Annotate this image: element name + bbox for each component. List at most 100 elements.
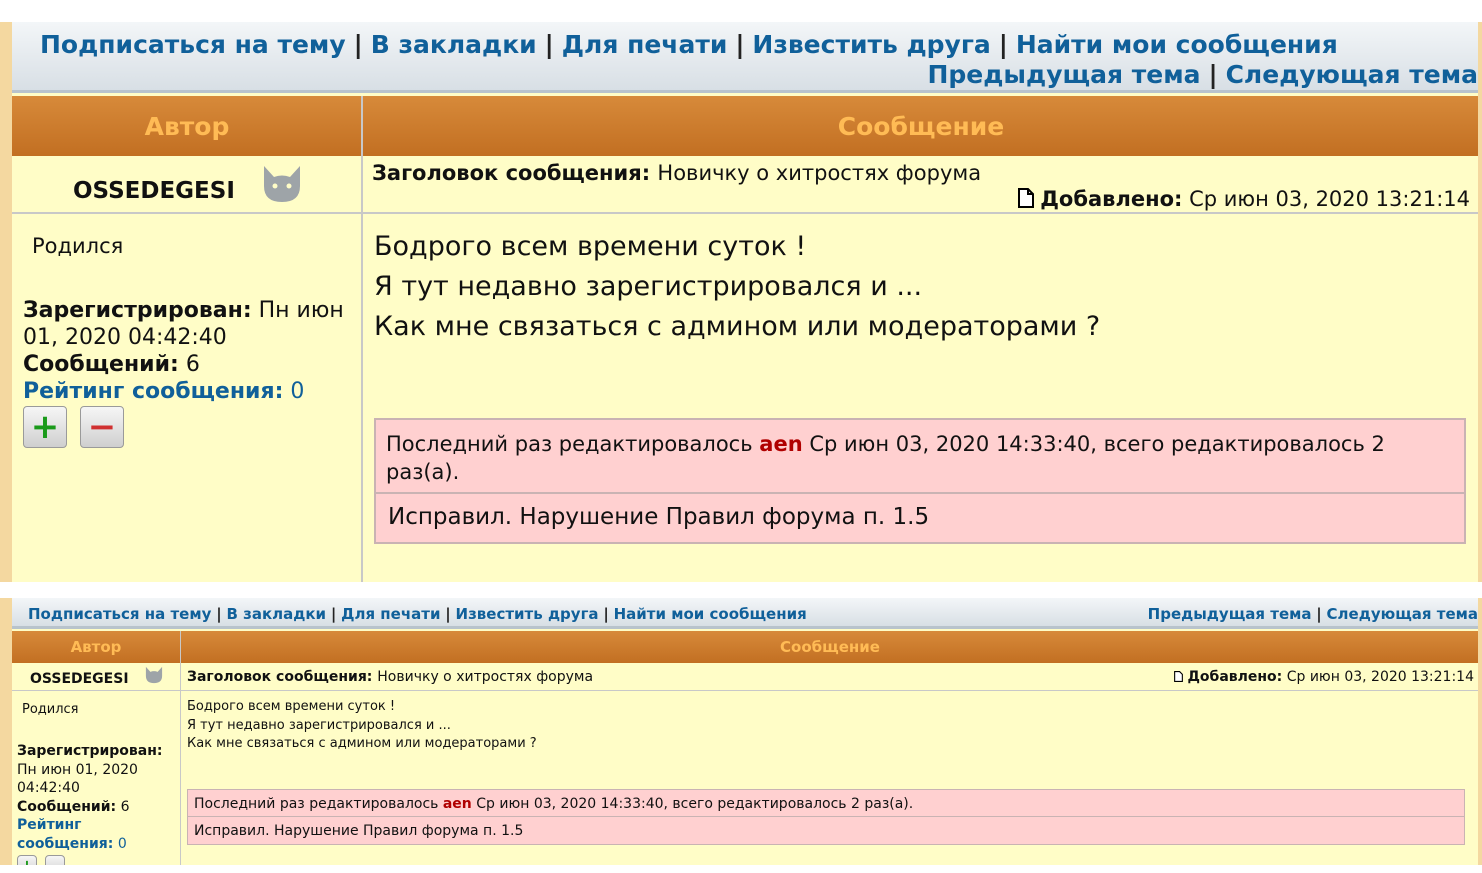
rating-value: 0	[290, 379, 305, 404]
column-divider	[180, 631, 181, 865]
born-label: Родился	[22, 702, 79, 717]
post-body-line: Я тут недавно зарегистрировался и ...	[374, 271, 923, 302]
message-column-header: Сообщение	[837, 111, 1005, 141]
post-body-line: Как мне связаться с админом или модерато…	[187, 736, 537, 751]
notify-friend-link[interactable]: Известить друга	[456, 605, 599, 623]
nav-separator: |	[353, 30, 363, 59]
row-divider	[12, 212, 1478, 214]
rating-value: 0	[117, 835, 127, 852]
find-my-posts-link[interactable]: Найти мои сообщения	[1016, 30, 1338, 59]
post-body: Бодрого всем времени суток ! Я тут недав…	[374, 227, 1100, 347]
registered-value-cont: 01, 2020 04:42:40	[23, 325, 227, 350]
table-header: Автор Сообщение	[12, 96, 1478, 156]
message-column-header: Сообщение	[780, 638, 880, 656]
edit-prefix: Последний раз редактировалось	[194, 796, 439, 812]
posts-value: 6	[185, 352, 200, 377]
rate-down-button[interactable]: −	[80, 406, 124, 448]
post-author-name[interactable]: OSSEDEGESI	[30, 671, 129, 687]
post-date: Добавлено: Ср июн 03, 2020 13:21:14	[1174, 669, 1474, 685]
edit-divider	[188, 816, 1464, 817]
topic-nav-bar-small: Подписаться на тему | В закладки | Для п…	[12, 598, 1478, 629]
table-header-small: Автор Сообщение	[12, 631, 1478, 663]
bookmarks-link[interactable]: В закладки	[371, 30, 537, 59]
edit-notice: Последний раз редактировалось aen Ср июн…	[374, 418, 1466, 544]
print-link[interactable]: Для печати	[341, 605, 440, 623]
subject-label: Заголовок сообщения:	[187, 669, 373, 685]
edit-suffix-cont: раз(а).	[386, 460, 460, 484]
next-topic-link[interactable]: Следующая тема	[1226, 60, 1478, 89]
nav-separator: |	[330, 605, 337, 623]
post-author-name[interactable]: OSSEDEGESI	[73, 178, 235, 204]
column-divider	[361, 96, 363, 582]
author-details: Зарегистрирован: Пн июн 01, 2020 04:42:4…	[23, 297, 353, 405]
registered-value: Пн июн	[258, 298, 344, 323]
added-value: Ср июн 03, 2020 13:21:14	[1189, 187, 1470, 211]
edit-prefix: Последний раз редактировалось	[386, 432, 753, 456]
nav-separator: |	[445, 605, 451, 623]
nav-separator: |	[1316, 605, 1322, 623]
next-topic-link[interactable]: Следующая тема	[1327, 605, 1478, 623]
prev-topic-link[interactable]: Предыдущая тема	[927, 60, 1200, 89]
subject-value: Новичку о хитростях форума	[377, 669, 594, 685]
nav-separator: |	[735, 30, 745, 59]
post-document-icon[interactable]	[1017, 188, 1034, 208]
rate-down-button[interactable]: −	[45, 855, 65, 865]
edit-info: Последний раз редактировалось aen Ср июн…	[386, 430, 1454, 486]
registered-label: Зарегистрирован:	[23, 298, 252, 323]
forum-post-zoomed: Подписаться на тему | В закладки | Для п…	[12, 22, 1478, 582]
nav-separator: |	[544, 30, 554, 59]
forum-post-normal: Подписаться на тему | В закладки | Для п…	[12, 598, 1478, 865]
normal-view: Подписаться на тему | В закладки | Для п…	[0, 598, 1482, 865]
rating-label-cont[interactable]: сообщения:	[17, 836, 113, 852]
editor-name[interactable]: aen	[443, 796, 472, 812]
edit-suffix: Ср июн 03, 2020 14:33:40, всего редактир…	[476, 796, 914, 812]
post-subject: Заголовок сообщения: Новичку о хитростях…	[187, 669, 593, 685]
edit-reason: Исправил. Нарушение Правил форума п. 1.5	[388, 504, 930, 530]
post-body-line: Бодрого всем времени суток !	[374, 231, 807, 262]
cat-icon	[264, 166, 300, 202]
subject-value: Новичку о хитростях форума	[657, 161, 982, 185]
rate-up-button[interactable]: +	[17, 855, 37, 865]
row-divider	[12, 690, 1478, 691]
find-my-posts-link[interactable]: Найти мои сообщения	[614, 605, 807, 623]
nav-separator: |	[998, 30, 1008, 59]
added-value: Ср июн 03, 2020 13:21:14	[1286, 669, 1474, 685]
subscribe-link[interactable]: Подписаться на тему	[40, 30, 346, 59]
added-label: Добавлено:	[1040, 187, 1183, 211]
post-body-line: Как мне связаться с админом или модерато…	[374, 311, 1101, 342]
edit-info: Последний раз редактировалось aen Ср июн…	[194, 796, 913, 812]
post-body: Бодрого всем времени суток ! Я тут недав…	[187, 698, 537, 754]
editor-name[interactable]: aen	[759, 432, 802, 456]
posts-label: Сообщений:	[23, 352, 179, 377]
print-link[interactable]: Для печати	[562, 30, 728, 59]
notify-friend-link[interactable]: Известить друга	[752, 30, 990, 59]
posts-value: 6	[120, 798, 130, 815]
post-document-icon[interactable]	[1174, 671, 1183, 682]
rating-label[interactable]: Рейтинг	[17, 816, 177, 835]
post-body-line: Бодрого всем времени суток !	[187, 699, 396, 714]
post-body-line: Я тут недавно зарегистрировался и ...	[187, 717, 451, 733]
rate-up-button[interactable]: +	[23, 406, 67, 448]
post-date: Добавлено: Ср июн 03, 2020 13:21:14	[1017, 187, 1470, 211]
nav-separator: |	[216, 605, 222, 623]
zoomed-view: Подписаться на тему | В закладки | Для п…	[0, 22, 1482, 582]
prev-topic-link[interactable]: Предыдущая тема	[1148, 605, 1312, 623]
post-subject: Заголовок сообщения: Новичку о хитростях…	[372, 161, 981, 185]
author-details: Зарегистрирован: Пн июн 01, 2020 04:42:4…	[17, 742, 177, 853]
author-column-header: Автор	[144, 111, 230, 141]
registered-value: Пн июн 01, 2020	[17, 761, 138, 778]
edit-suffix: Ср июн 03, 2020 14:33:40, всего редактир…	[809, 432, 1385, 456]
posts-label: Сообщений:	[17, 798, 117, 815]
registered-value-cont: 04:42:40	[17, 780, 80, 796]
nav-separator: |	[603, 605, 609, 623]
subject-label: Заголовок сообщения:	[372, 161, 651, 185]
edit-notice: Последний раз редактировалось aen Ср июн…	[187, 789, 1465, 845]
cat-icon	[145, 666, 163, 684]
born-label: Родился	[32, 234, 124, 258]
author-column-header: Автор	[70, 638, 122, 656]
bookmarks-link[interactable]: В закладки	[226, 605, 326, 623]
subscribe-link[interactable]: Подписаться на тему	[28, 605, 211, 623]
edit-divider	[376, 492, 1464, 494]
rating-label[interactable]: Рейтинг сообщения:	[23, 379, 283, 404]
topic-nav-bar: Подписаться на тему | В закладки | Для п…	[12, 22, 1478, 93]
